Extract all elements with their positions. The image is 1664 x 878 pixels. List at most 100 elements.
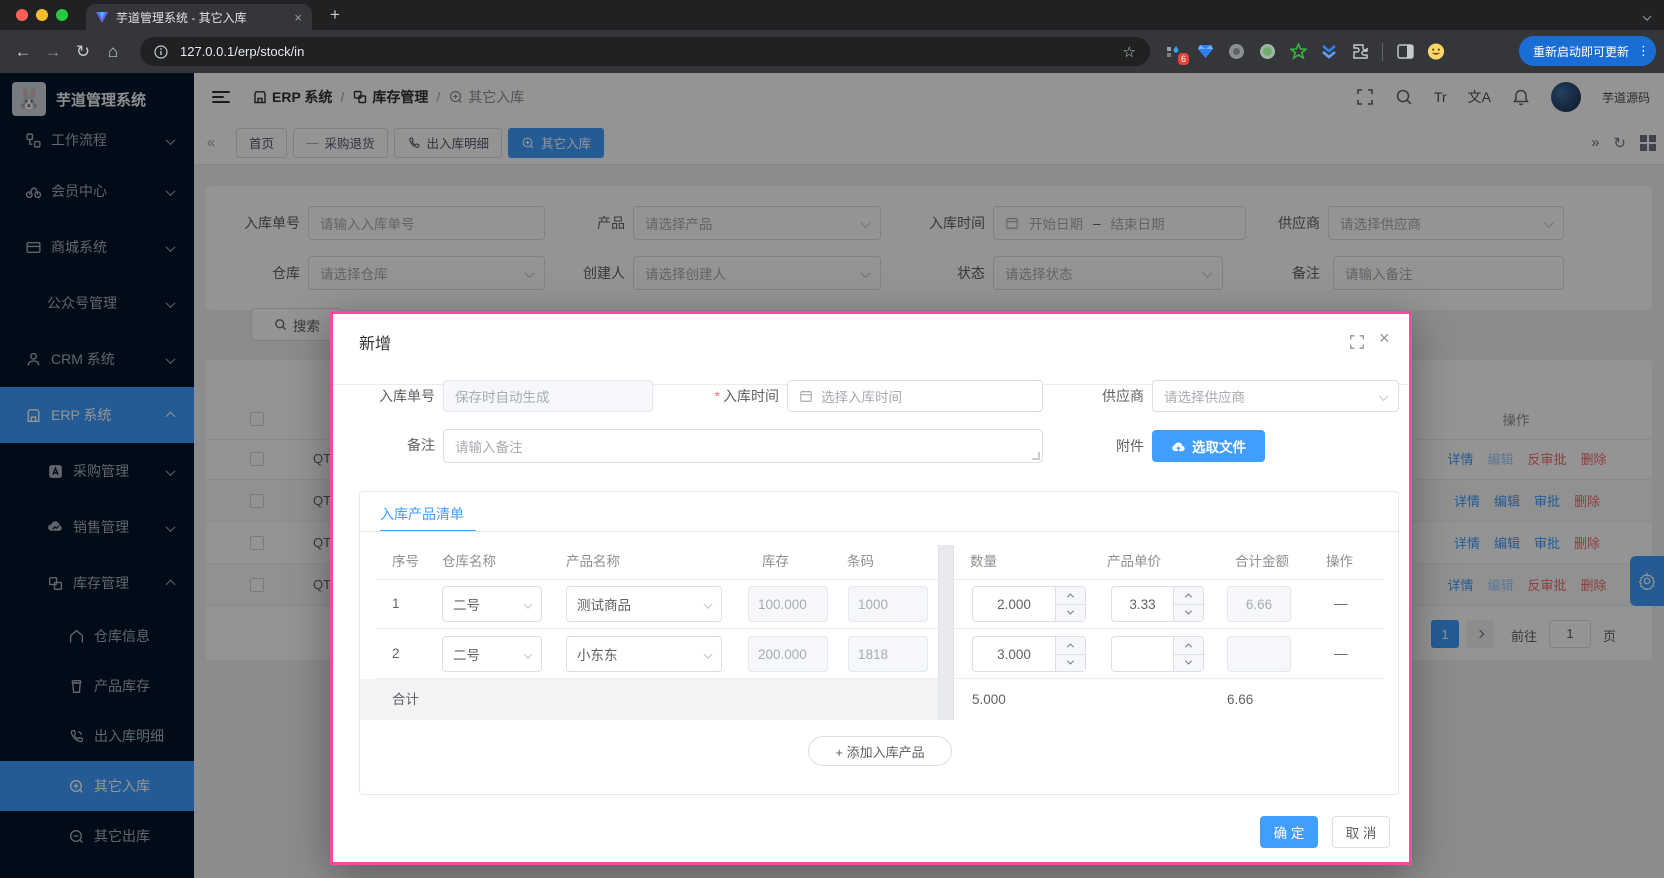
chrome-menu-icon[interactable]: ⋮ bbox=[1637, 43, 1650, 59]
order-no-field: 保存时自动生成 bbox=[443, 380, 653, 412]
fixed-column-divider bbox=[938, 545, 954, 720]
extension-badge: 6 bbox=[1178, 53, 1189, 65]
decrease-icon[interactable] bbox=[1174, 655, 1203, 672]
dialog-title: 新增 bbox=[359, 330, 391, 354]
tab-list-chevron-icon[interactable] bbox=[1644, 8, 1650, 26]
add-stock-in-dialog: 新增 × 入库单号 保存时自动生成 *入库时间 选择入库时间 供应商 请选择供应… bbox=[330, 311, 1412, 865]
barcode-field: 1818 bbox=[848, 636, 928, 672]
extension-icon[interactable] bbox=[1227, 43, 1245, 61]
extension-icon[interactable] bbox=[1320, 43, 1338, 61]
calendar-icon bbox=[799, 389, 813, 403]
site-info-icon[interactable] bbox=[154, 45, 168, 59]
address-bar[interactable]: 127.0.0.1/erp/stock/in ☆ bbox=[140, 37, 1150, 66]
confirm-button[interactable]: 确 定 bbox=[1260, 816, 1318, 848]
tab-divider bbox=[360, 531, 1398, 532]
add-product-button[interactable]: + 添加入库产品 bbox=[808, 736, 952, 766]
row-op: — bbox=[1334, 629, 1348, 679]
window-zoom-button[interactable] bbox=[56, 9, 68, 21]
extension-icon[interactable] bbox=[1196, 43, 1214, 61]
tab-product-list[interactable]: 入库产品清单 bbox=[380, 504, 464, 524]
chrome-update-button[interactable]: 重新启动即可更新 ⋮ bbox=[1519, 36, 1656, 66]
dialog-close-icon[interactable]: × bbox=[1379, 328, 1390, 349]
app-root: 🐰 芋道管理系统 工作流程 会员中心 商城系统 bbox=[0, 73, 1664, 878]
remark-textarea[interactable]: 请输入备注 bbox=[443, 429, 1043, 463]
update-label: 重新启动即可更新 bbox=[1533, 43, 1629, 60]
col-header: 数量 bbox=[970, 545, 997, 579]
required-mark: * bbox=[715, 388, 720, 404]
profile-emoji-icon[interactable] bbox=[1427, 43, 1445, 61]
extensions-puzzle-icon[interactable] bbox=[1351, 43, 1369, 61]
col-header: 条码 bbox=[847, 545, 874, 579]
col-header: 产品单价 bbox=[1107, 545, 1161, 579]
summary-row: 合计 5.000 6.66 bbox=[360, 679, 1400, 720]
reload-icon[interactable]: ↻ bbox=[68, 42, 98, 62]
resize-handle[interactable] bbox=[1032, 452, 1040, 460]
form-label: 入库单号 bbox=[363, 380, 435, 412]
summary-total: 6.66 bbox=[1227, 679, 1253, 720]
form-label-required: *入库时间 bbox=[669, 380, 779, 412]
extension-icon[interactable] bbox=[1258, 43, 1276, 61]
col-header: 序号 bbox=[392, 545, 419, 579]
decrease-icon[interactable] bbox=[1056, 655, 1085, 672]
extensions-cluster: 6 bbox=[1165, 37, 1445, 66]
col-header: 库存 bbox=[762, 545, 789, 579]
row-op: — bbox=[1334, 579, 1348, 629]
stock-field: 200.000 bbox=[748, 636, 828, 672]
window-close-button[interactable] bbox=[16, 9, 28, 21]
col-header: 操作 bbox=[1326, 545, 1353, 579]
toolbar-divider bbox=[1382, 43, 1383, 61]
new-tab-button[interactable]: + bbox=[330, 5, 340, 25]
product-select[interactable]: 测试商品 bbox=[566, 586, 722, 622]
price-stepper[interactable]: 3.33 bbox=[1111, 586, 1204, 622]
barcode-field: 1000 bbox=[848, 586, 928, 622]
home-icon[interactable]: ⌂ bbox=[98, 42, 128, 62]
screen: 芋道管理系统 - 其它入库 × + ← → ↻ ⌂ 127.0.0.1/erp/… bbox=[0, 0, 1664, 878]
bookmark-star-icon[interactable]: ☆ bbox=[1123, 43, 1136, 61]
warehouse-select[interactable]: 二号 bbox=[442, 636, 542, 672]
total-field bbox=[1227, 636, 1291, 672]
decrease-icon[interactable] bbox=[1056, 605, 1085, 622]
product-list-card: 入库产品清单 序号 仓库名称 产品名称 库存 条码 数量 产品单价 合计金额 操… bbox=[359, 491, 1399, 795]
in-time-picker[interactable]: 选择入库时间 bbox=[787, 380, 1043, 412]
browser-tab[interactable]: 芋道管理系统 - 其它入库 × bbox=[86, 4, 312, 30]
supplier-select[interactable]: 请选择供应商 bbox=[1152, 380, 1399, 412]
increase-icon[interactable] bbox=[1056, 637, 1085, 655]
quantity-stepper[interactable]: 2.000 bbox=[972, 586, 1086, 622]
back-icon[interactable]: ← bbox=[8, 42, 38, 62]
summary-label: 合计 bbox=[392, 679, 419, 720]
product-select[interactable]: 小东东 bbox=[566, 636, 722, 672]
browser-toolbar: ← → ↻ ⌂ 127.0.0.1/erp/stock/in ☆ 6 重新启动即… bbox=[0, 30, 1664, 73]
tab-title: 芋道管理系统 - 其它入库 bbox=[116, 9, 247, 26]
extension-icon[interactable] bbox=[1289, 43, 1307, 61]
warehouse-select[interactable]: 二号 bbox=[442, 586, 542, 622]
product-row: 2 二号 小东东 200.000 1818 3.000 — bbox=[360, 629, 1400, 679]
site-favicon-icon bbox=[96, 12, 108, 23]
url-text: 127.0.0.1/erp/stock/in bbox=[180, 44, 304, 59]
row-index: 2 bbox=[392, 629, 400, 679]
increase-icon[interactable] bbox=[1174, 587, 1203, 605]
row-index: 1 bbox=[392, 579, 400, 629]
tab-close-icon[interactable]: × bbox=[294, 10, 302, 25]
select-file-button[interactable]: 选取文件 bbox=[1152, 430, 1265, 462]
extension-icon[interactable]: 6 bbox=[1165, 43, 1183, 61]
cancel-button[interactable]: 取 消 bbox=[1332, 816, 1390, 848]
increase-icon[interactable] bbox=[1174, 637, 1203, 655]
quantity-stepper[interactable]: 3.000 bbox=[972, 636, 1086, 672]
form-label: 附件 bbox=[1074, 430, 1144, 462]
browser-tabbar: 芋道管理系统 - 其它入库 × + bbox=[0, 0, 1664, 30]
forward-icon[interactable]: → bbox=[38, 42, 68, 62]
decrease-icon[interactable] bbox=[1174, 605, 1203, 622]
col-header: 合计金额 bbox=[1235, 545, 1289, 579]
window-minimize-button[interactable] bbox=[36, 9, 48, 21]
dialog-fullscreen-icon[interactable] bbox=[1349, 334, 1365, 350]
form-label: 备注 bbox=[363, 429, 435, 461]
total-field: 6.66 bbox=[1227, 586, 1291, 622]
product-row: 1 二号 测试商品 100.000 1000 2.000 3.33 6.66 — bbox=[360, 579, 1400, 629]
price-stepper[interactable] bbox=[1111, 636, 1204, 672]
form-label: 供应商 bbox=[1074, 380, 1144, 412]
col-header: 仓库名称 bbox=[442, 545, 496, 579]
summary-quantity: 5.000 bbox=[972, 679, 1006, 720]
increase-icon[interactable] bbox=[1056, 587, 1085, 605]
col-header: 产品名称 bbox=[566, 545, 620, 579]
side-panel-icon[interactable] bbox=[1396, 43, 1414, 61]
